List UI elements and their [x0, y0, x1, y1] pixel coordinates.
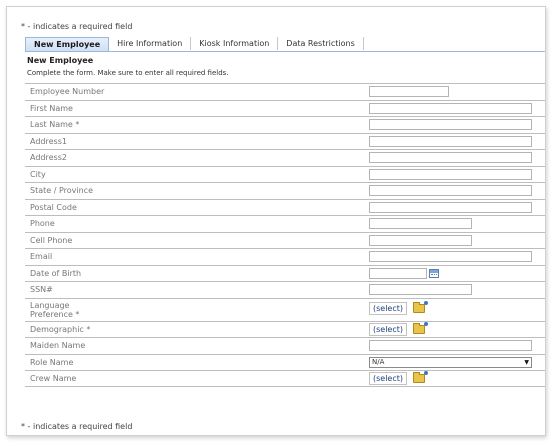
- email-input[interactable]: [369, 251, 532, 263]
- form-frame: * - indicates a required field New Emplo…: [6, 6, 546, 436]
- folder-icon[interactable]: [413, 321, 429, 334]
- form-row-maiden-name: Maiden Name: [25, 337, 545, 354]
- language-select-button[interactable]: (select): [369, 301, 408, 315]
- role-name-select[interactable]: N/A ▼: [369, 356, 532, 368]
- employee-number-input[interactable]: [369, 86, 449, 98]
- form-row-role-name: Role Name N/A ▼: [25, 353, 545, 371]
- language-preference-label-line2: Preference *: [30, 309, 80, 319]
- date-of-birth-input[interactable]: [369, 267, 427, 279]
- form-row-ssn: SSN#: [25, 281, 545, 298]
- required-note-bottom: * - indicates a required field: [21, 422, 133, 431]
- demographic-select-button[interactable]: (select): [369, 322, 408, 336]
- cell-phone-label: Cell Phone: [30, 235, 73, 245]
- form-row-language-preference: Language Preference * (select): [25, 297, 545, 321]
- tab-data-restrictions[interactable]: Data Restrictions: [278, 37, 364, 50]
- form-row-phone: Phone: [25, 215, 545, 232]
- role-name-label: Role Name: [30, 357, 74, 367]
- tab-divider: [25, 51, 545, 52]
- required-note-top: * - indicates a required field: [21, 22, 133, 31]
- form-row-postal-code: Postal Code: [25, 198, 545, 216]
- crew-select-button[interactable]: (select): [369, 371, 408, 385]
- folder-icon[interactable]: [413, 370, 429, 383]
- address2-input[interactable]: [369, 152, 532, 164]
- form-row-cell-phone: Cell Phone: [25, 231, 545, 249]
- employee-form: Employee Number First Name Last Name * A…: [25, 83, 545, 387]
- city-label: City: [30, 169, 46, 179]
- section-title: New Employee: [27, 56, 94, 65]
- state-label: State / Province: [30, 186, 93, 196]
- crew-name-label: Crew Name: [30, 373, 77, 383]
- language-preference-label-line1: Language: [30, 300, 70, 310]
- phone-label: Phone: [30, 219, 55, 229]
- form-row-city: City: [25, 165, 545, 183]
- email-label: Email: [30, 252, 53, 262]
- chevron-down-icon: ▼: [524, 358, 529, 366]
- maiden-name-input[interactable]: [369, 340, 532, 352]
- form-row-employee-number: Employee Number: [25, 83, 545, 100]
- state-input[interactable]: [369, 185, 532, 197]
- last-name-label: Last Name *: [30, 120, 80, 130]
- maiden-name-label: Maiden Name: [30, 341, 86, 351]
- address1-input[interactable]: [369, 135, 532, 147]
- ssn-input[interactable]: [369, 284, 472, 296]
- tab-hire-information[interactable]: Hire Information: [109, 37, 192, 50]
- role-name-selected: N/A: [372, 357, 385, 366]
- address1-label: Address1: [30, 136, 67, 146]
- employee-number-label: Employee Number: [30, 87, 105, 97]
- tab-kiosk-information[interactable]: Kiosk Information: [191, 37, 279, 50]
- folder-icon[interactable]: [413, 300, 429, 313]
- postal-code-label: Postal Code: [30, 202, 77, 212]
- form-row-date-of-birth: Date of Birth: [25, 264, 545, 282]
- form-row-email: Email: [25, 248, 545, 265]
- first-name-input[interactable]: [369, 102, 532, 114]
- address2-label: Address2: [30, 153, 67, 163]
- tab-bar: New Employee Hire Information Kiosk Info…: [25, 37, 364, 51]
- form-row-address1: Address1: [25, 132, 545, 150]
- form-row-address2: Address2: [25, 149, 545, 166]
- phone-input[interactable]: [369, 218, 472, 230]
- form-row-last-name: Last Name *: [25, 116, 545, 133]
- form-row-first-name: First Name: [25, 99, 545, 117]
- date-of-birth-label: Date of Birth: [30, 268, 82, 278]
- tab-new-employee[interactable]: New Employee: [25, 37, 110, 51]
- last-name-input[interactable]: [369, 119, 532, 131]
- cell-phone-input[interactable]: [369, 234, 472, 246]
- form-row-demographic: Demographic * (select): [25, 320, 545, 338]
- ssn-label: SSN#: [30, 285, 53, 295]
- form-row-crew-name: Crew Name (select): [25, 370, 545, 387]
- calendar-icon[interactable]: [429, 268, 439, 278]
- section-description: Complete the form. Make sure to enter al…: [27, 69, 229, 77]
- city-input[interactable]: [369, 168, 532, 180]
- first-name-label: First Name: [30, 103, 73, 113]
- language-preference-label: Language Preference *: [25, 301, 369, 319]
- demographic-label: Demographic *: [30, 324, 91, 334]
- postal-code-input[interactable]: [369, 201, 532, 213]
- form-row-state: State / Province: [25, 182, 545, 199]
